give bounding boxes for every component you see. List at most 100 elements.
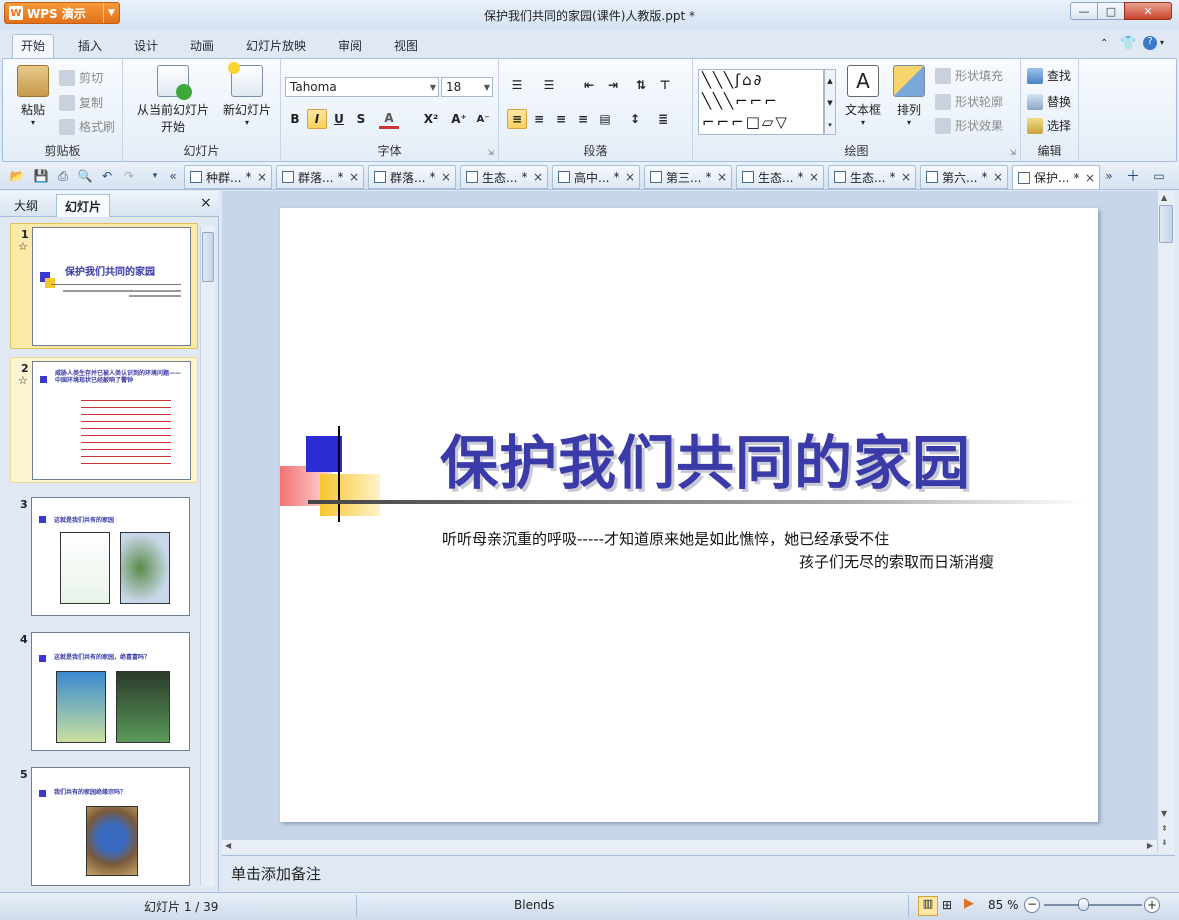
collapse-ribbon-icon[interactable]: ⌃ [1100, 38, 1108, 49]
slide-thumbnail-2[interactable]: 2 ☆ 威胁人类生存并已被人类认识到的环境问题——中国环境现状已经敲响了警钟 [10, 357, 198, 483]
font-dialog-launcher-icon[interactable]: ⇲ [487, 148, 494, 157]
scroll-left-icon[interactable]: ◀ [225, 841, 231, 850]
document-tab[interactable]: 群落... * × [368, 165, 456, 189]
textbox-button[interactable]: A 文本框 ▾ [841, 65, 885, 127]
font-color-button[interactable]: A [379, 109, 399, 129]
shape-effect-button[interactable]: 形状效果 [935, 117, 1003, 134]
scrollbar-thumb[interactable] [1159, 205, 1173, 243]
font-size-select[interactable]: 18 ▼ [441, 77, 493, 97]
decrease-indent-icon[interactable]: ⇤ [579, 75, 599, 95]
slide-thumbnail-1[interactable]: 1 ☆ 保护我们共同的家园 [10, 223, 198, 349]
document-tab[interactable]: 第三... * × [644, 165, 732, 189]
find-button[interactable]: 查找 [1027, 67, 1071, 84]
current-slide[interactable]: 保护我们共同的家园 听听母亲沉重的呼吸-----才知道原来她是如此憔悴，她已经承… [280, 208, 1098, 822]
tabs-scroll-left-icon[interactable]: « [164, 167, 182, 185]
font-name-select[interactable]: Tahoma ▼ [285, 77, 439, 97]
new-slide-button[interactable]: 新幻灯片 ▾ [221, 62, 273, 127]
close-pane-icon[interactable]: × [200, 195, 212, 211]
minimize-button[interactable]: — [1070, 2, 1098, 20]
line-spacing-icon[interactable]: ↕ [625, 109, 645, 129]
zoom-out-button[interactable]: − [1024, 897, 1040, 913]
cut-button[interactable]: 剪切 [59, 69, 103, 86]
skin-icon[interactable]: 👕 [1120, 36, 1136, 51]
menu-animation[interactable]: 动画 [182, 35, 222, 56]
align-text-icon[interactable]: ⊤ [655, 75, 675, 95]
slide-title[interactable]: 保护我们共同的家园 [440, 416, 971, 500]
next-slide-icon[interactable]: ⇟ [1161, 838, 1168, 847]
canvas-vertical-scrollbar[interactable]: ▲ ▼ ⇞ ⇟ [1157, 191, 1175, 853]
print-preview-icon[interactable]: 🔍 [76, 167, 94, 185]
shapes-gallery[interactable]: ╲╲╲ʃ⌂∂ ╲╲╲⌐⌐⌐ ⌐⌐⌐□▱▽ [698, 69, 824, 135]
zoom-level[interactable]: 85 % [988, 898, 1019, 912]
increase-indent-icon[interactable]: ⇥ [603, 75, 623, 95]
close-tab-icon[interactable]: × [441, 170, 451, 184]
document-tab[interactable]: 保护... * × [1012, 165, 1100, 190]
format-painter-button[interactable]: 格式刷 [59, 118, 115, 135]
slideshow-icon[interactable]: ▶ [964, 896, 974, 911]
close-tab-icon[interactable]: × [1085, 171, 1095, 185]
zoom-slider-thumb[interactable] [1078, 898, 1089, 911]
play-from-current-button[interactable]: 从当前幻灯片 开始 [129, 65, 217, 135]
zoom-slider[interactable] [1044, 904, 1142, 906]
shrink-font-button[interactable]: A⁻ [473, 109, 493, 129]
slide-sorter-icon[interactable]: ⊞ [942, 898, 952, 912]
menu-review[interactable]: 审阅 [330, 35, 370, 56]
align-left-icon[interactable]: ≡ [507, 109, 527, 129]
menu-home[interactable]: 开始 [12, 34, 55, 59]
tab-slides[interactable]: 幻灯片 [56, 194, 111, 217]
scroll-up-icon[interactable]: ▲ [1161, 193, 1167, 202]
shape-fill-button[interactable]: 形状填充 [935, 67, 1003, 84]
distributed-icon[interactable]: ▤ [595, 109, 615, 129]
scroll-right-icon[interactable]: ▶ [1147, 841, 1153, 850]
tabs-scroll-right-icon[interactable]: » [1100, 167, 1118, 185]
document-tab[interactable]: 高中... * × [552, 165, 640, 189]
shadow-button[interactable]: S [351, 109, 371, 129]
undo-icon[interactable]: ↶ [98, 167, 116, 185]
select-button[interactable]: 选择 [1027, 117, 1071, 134]
menu-design[interactable]: 设计 [126, 35, 166, 56]
close-tab-icon[interactable]: × [717, 170, 727, 184]
replace-button[interactable]: 替换 [1027, 93, 1071, 110]
document-tab[interactable]: 生态... * × [828, 165, 916, 189]
redo-icon[interactable]: ↷ [120, 167, 138, 185]
close-tab-icon[interactable]: × [349, 170, 359, 184]
notes-pane[interactable]: 单击添加备注 [222, 855, 1175, 891]
slide-thumbnail-5[interactable]: 5 我们共有的家园绝缘宗吗？ [10, 764, 198, 889]
tab-list-icon[interactable]: ▭ [1150, 167, 1168, 185]
customize-toolbar-icon[interactable]: ▾ [146, 167, 164, 185]
help-dropdown-icon[interactable]: ▾ [1160, 38, 1164, 47]
shape-outline-button[interactable]: 形状轮廓 [935, 93, 1003, 110]
menu-insert[interactable]: 插入 [70, 35, 110, 56]
arrange-button[interactable]: 排列 ▾ [889, 65, 929, 127]
close-tab-icon[interactable]: × [901, 170, 911, 184]
menu-slideshow[interactable]: 幻灯片放映 [238, 35, 314, 56]
tab-outline[interactable]: 大纲 [6, 194, 46, 217]
normal-view-icon[interactable]: ▥ [918, 896, 938, 916]
new-tab-icon[interactable]: ＋ [1124, 167, 1142, 185]
shapes-gallery-scroll[interactable]: ▲ ▼ ▾ [824, 69, 836, 135]
document-tab[interactable]: 群落... * × [276, 165, 364, 189]
italic-button[interactable]: I [307, 109, 327, 129]
previous-slide-icon[interactable]: ⇞ [1161, 824, 1168, 833]
slide-thumbnail-4[interactable]: 4 这就是我们共有的家园，绝喜富吗？ [10, 629, 198, 755]
canvas-horizontal-scrollbar[interactable]: ◀ ▶ [222, 839, 1157, 853]
document-tab[interactable]: 种群... * × [184, 165, 272, 189]
close-tab-icon[interactable]: × [809, 170, 819, 184]
bold-button[interactable]: B [285, 109, 305, 129]
menu-view[interactable]: 视图 [386, 35, 426, 56]
document-tab[interactable]: 生态... * × [736, 165, 824, 189]
underline-button[interactable]: U [329, 109, 349, 129]
slide-thumbnail-3[interactable]: 3 这就是我们共有的家园 [10, 494, 198, 620]
bullets-icon[interactable]: ☰ [507, 75, 527, 95]
document-tab[interactable]: 第六... * × [920, 165, 1008, 189]
align-center-icon[interactable]: ≡ [529, 109, 549, 129]
slide-subtitle-line-2[interactable]: 孩子们无尽的索取而日渐消瘦 [799, 551, 994, 572]
close-tab-icon[interactable]: × [533, 170, 543, 184]
drawing-dialog-launcher-icon[interactable]: ⇲ [1009, 148, 1016, 157]
justify-icon[interactable]: ≡ [573, 109, 593, 129]
maximize-button[interactable]: □ [1097, 2, 1125, 20]
close-button[interactable]: ✕ [1124, 2, 1172, 20]
numbering-icon[interactable]: ☰ [539, 75, 559, 95]
close-tab-icon[interactable]: × [625, 170, 635, 184]
print-icon[interactable]: ⎙ [54, 167, 72, 185]
